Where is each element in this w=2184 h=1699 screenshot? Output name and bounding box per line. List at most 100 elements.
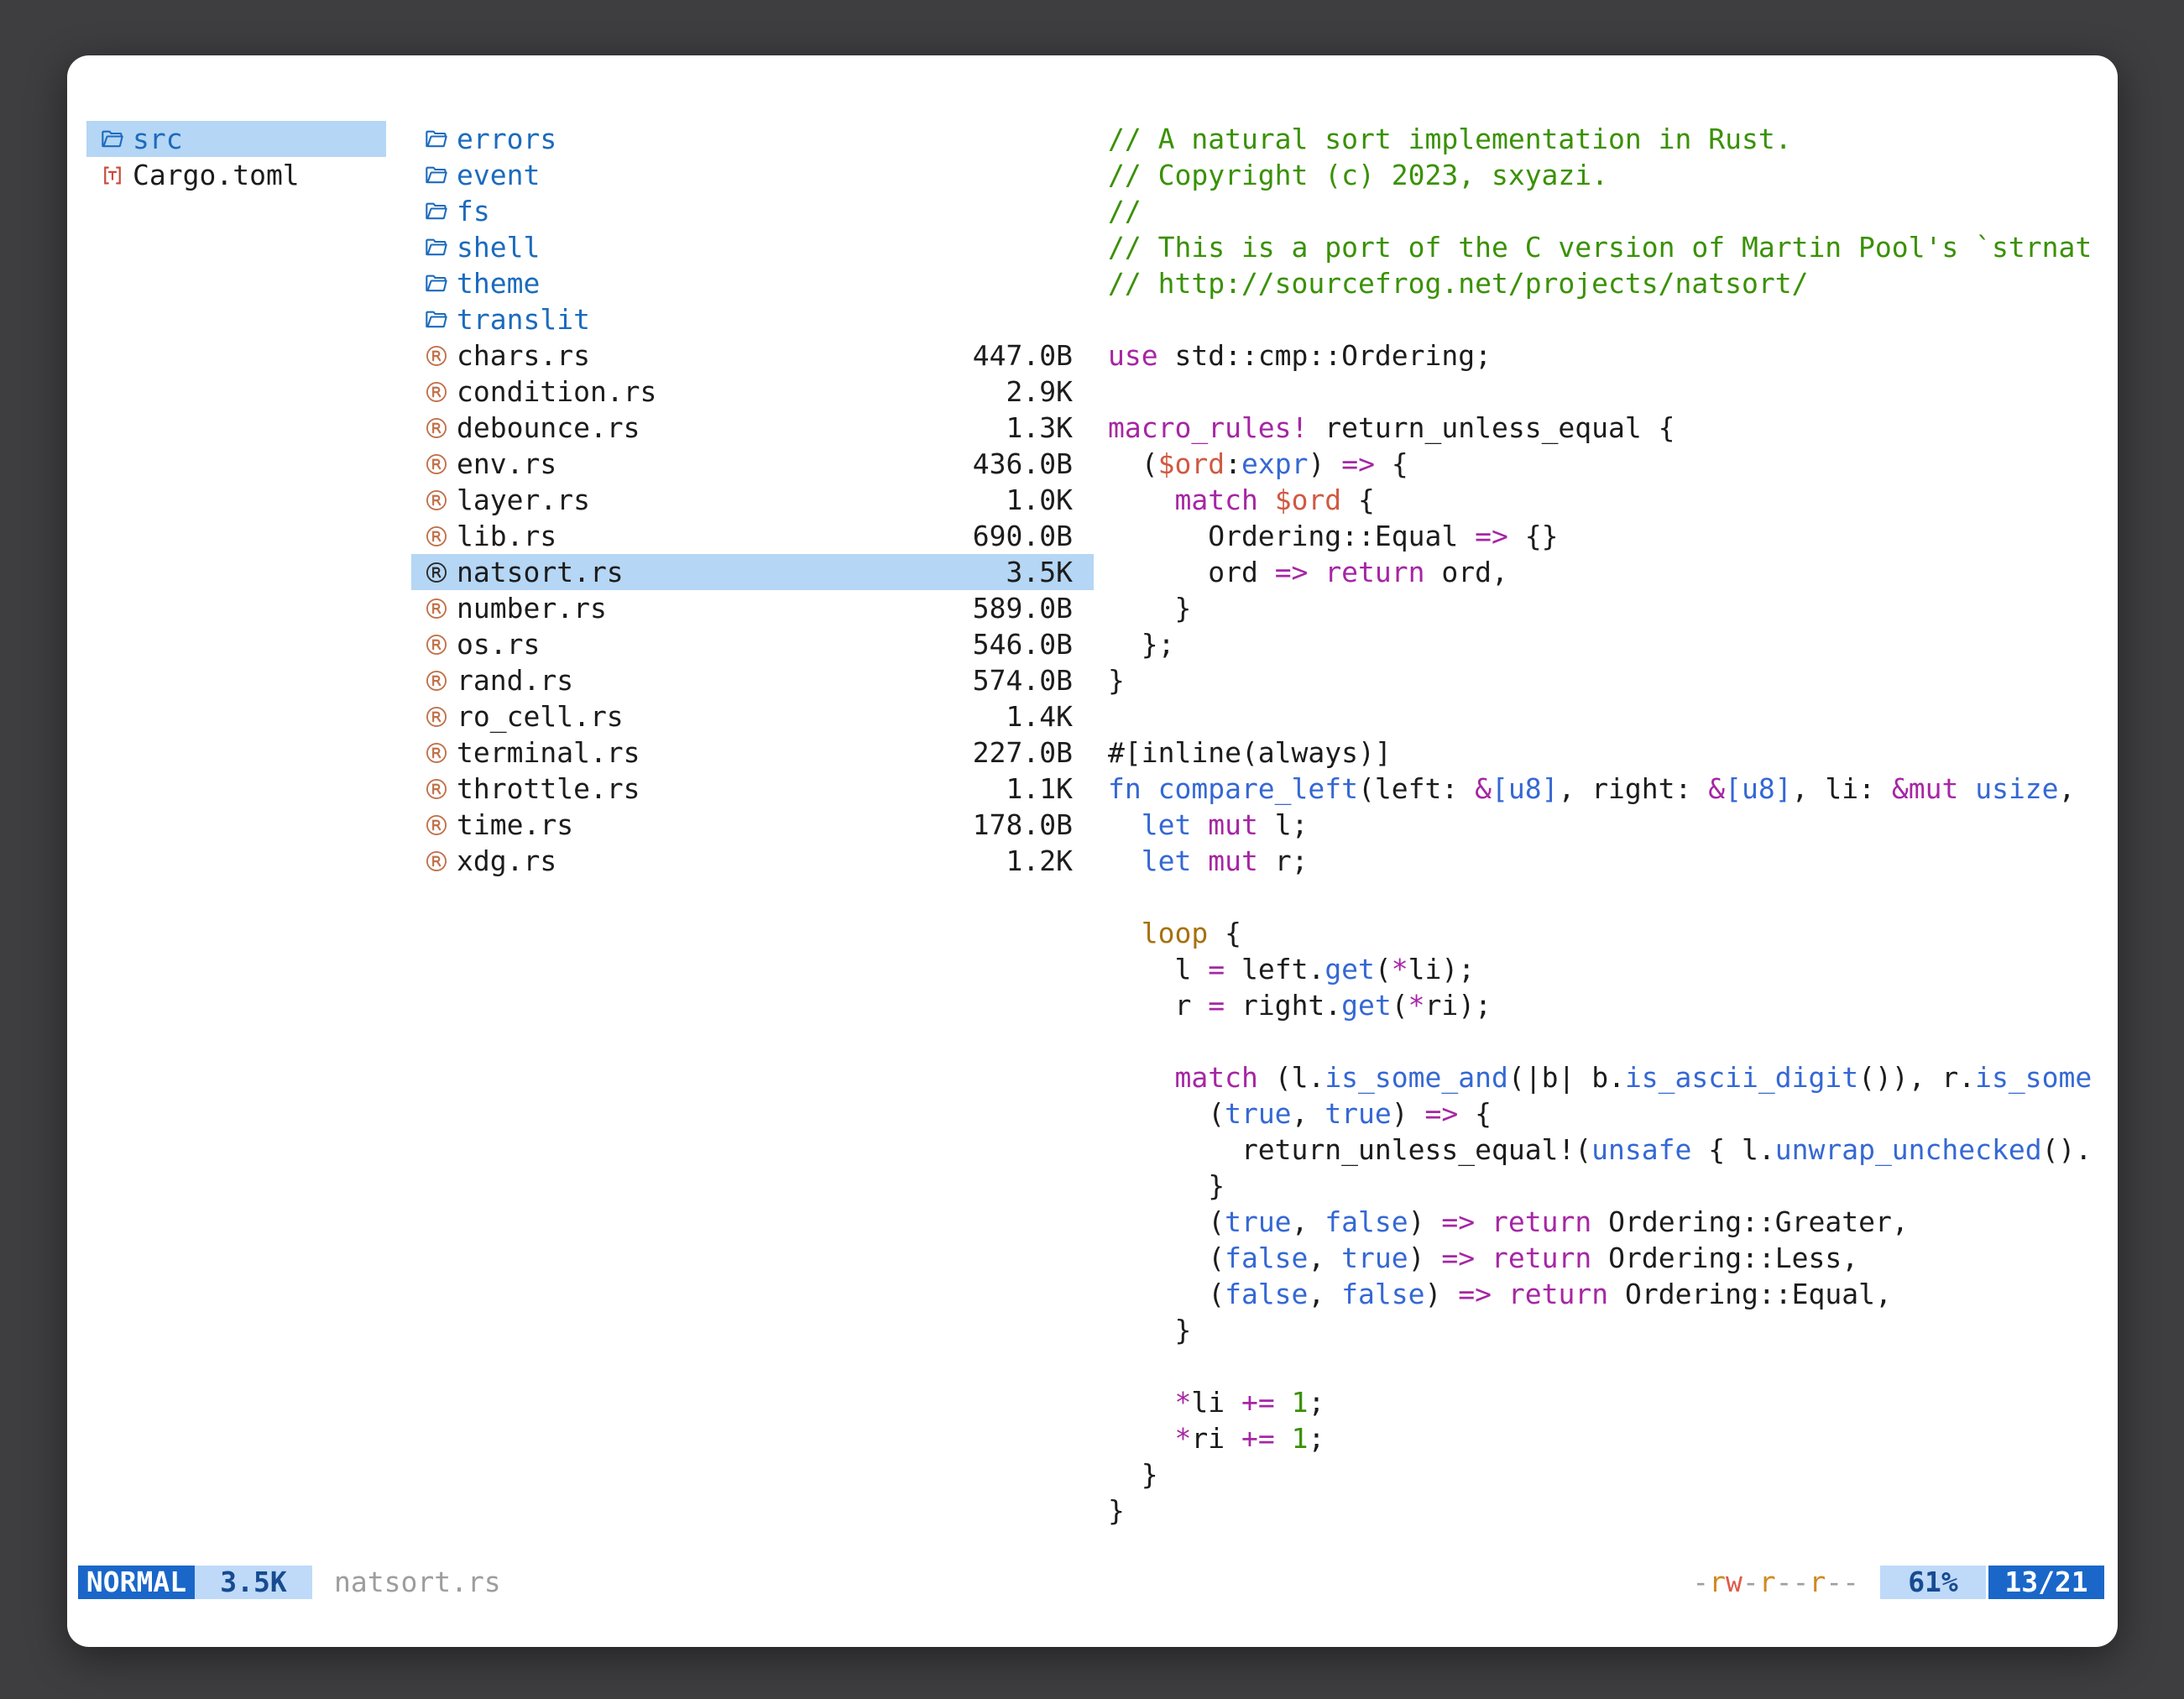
rust-file-icon: [425, 813, 448, 837]
code-line: return_unless_equal!(unsafe { l.unwrap_u…: [1108, 1132, 2115, 1168]
rust-file-icon: [425, 525, 448, 548]
file-name: ro_cell.rs: [457, 698, 624, 734]
file-row[interactable]: errors: [411, 121, 1094, 157]
file-row[interactable]: chars.rs 447.0B: [411, 337, 1094, 374]
file-row[interactable]: debounce.rs1.3K: [411, 410, 1094, 446]
file-size: 3.5K: [1006, 554, 1073, 590]
file-row[interactable]: natsort.rs 3.5K: [411, 554, 1094, 590]
file-name: xdg.rs: [457, 843, 556, 879]
file-row[interactable]: fs: [411, 193, 1094, 229]
current-pane: errorseventfsshellthemetranslitchars.rs 4…: [411, 121, 1094, 879]
code-line: (true, false) => return Ordering::Greate…: [1108, 1204, 2115, 1240]
yazi-window: srcCargo.toml errorseventfsshellthemetra…: [67, 55, 2118, 1647]
code-line: // Copyright (c) 2023, sxyazi.: [1108, 157, 2115, 193]
code-line: #[inline(always)]: [1108, 734, 2115, 771]
file-row[interactable]: event: [411, 157, 1094, 193]
file-name: debounce.rs: [457, 410, 640, 446]
code-line: let mut r;: [1108, 843, 2115, 879]
code-line: fn compare_left(left: &[u8], right: &[u8…: [1108, 771, 2115, 807]
file-name: rand.rs: [457, 662, 573, 698]
code-line: ord => return ord,: [1108, 554, 2115, 590]
code-line: *li += 1;: [1108, 1384, 2115, 1420]
code-line: let mut l;: [1108, 807, 2115, 843]
file-size: 436.0B: [973, 446, 1073, 482]
code-line: }: [1108, 662, 2115, 698]
folder-icon: [425, 200, 448, 223]
file-row[interactable]: number.rs 589.0B: [411, 590, 1094, 626]
file-size: 589.0B: [973, 590, 1073, 626]
file-row[interactable]: condition.rs2.9K: [411, 374, 1094, 410]
file-row[interactable]: rand.rs 574.0B: [411, 662, 1094, 698]
folder-icon: [425, 164, 448, 187]
file-name: number.rs: [457, 590, 607, 626]
preview-pane: // A natural sort implementation in Rust…: [1108, 121, 2115, 1540]
cursor-position-badge: 13/21: [1988, 1566, 2104, 1599]
rust-file-icon: [425, 452, 448, 476]
file-name: fs: [457, 193, 490, 229]
code-line: macro_rules! return_unless_equal {: [1108, 410, 2115, 446]
rust-file-icon: [425, 561, 448, 584]
rust-file-icon: [425, 777, 448, 801]
file-size: 690.0B: [973, 518, 1073, 554]
permissions-text: -rw-r--r--: [1692, 1566, 1859, 1599]
code-line: [1108, 698, 2115, 734]
file-name: os.rs: [457, 626, 540, 662]
mode-badge: NORMAL: [78, 1566, 195, 1599]
file-row[interactable]: shell: [411, 229, 1094, 265]
file-row[interactable]: theme: [411, 265, 1094, 301]
file-name: natsort.rs: [457, 554, 624, 590]
file-row[interactable]: os.rs 546.0B: [411, 626, 1094, 662]
file-name: layer.rs: [457, 482, 590, 518]
code-line: match (l.is_some_and(|b| b.is_ascii_digi…: [1108, 1059, 2115, 1095]
file-row[interactable]: throttle.rs1.1K: [411, 771, 1094, 807]
code-line: Ordering::Equal => {}: [1108, 518, 2115, 554]
file-row[interactable]: lib.rs 690.0B: [411, 518, 1094, 554]
toml-file-icon: [101, 164, 124, 187]
file-size: 1.4K: [1006, 698, 1073, 734]
parent-item-row[interactable]: src: [86, 121, 386, 157]
code-line: match $ord {: [1108, 482, 2115, 518]
file-row[interactable]: translit: [411, 301, 1094, 337]
code-line: r = right.get(*ri);: [1108, 987, 2115, 1023]
file-name: env.rs: [457, 446, 556, 482]
file-row[interactable]: time.rs 178.0B: [411, 807, 1094, 843]
file-row[interactable]: env.rs 436.0B: [411, 446, 1094, 482]
file-row[interactable]: terminal.rs227.0B: [411, 734, 1094, 771]
file-name: event: [457, 157, 540, 193]
code-line: loop {: [1108, 915, 2115, 951]
file-size: 574.0B: [973, 662, 1073, 698]
rust-file-icon: [425, 705, 448, 729]
file-size: 447.0B: [973, 337, 1073, 374]
file-size: 546.0B: [973, 626, 1073, 662]
code-line: }: [1108, 1168, 2115, 1204]
rust-file-icon: [425, 416, 448, 440]
rust-file-icon: [425, 597, 448, 620]
file-row[interactable]: ro_cell.rs 1.4K: [411, 698, 1094, 734]
file-name: terminal.rs: [457, 734, 640, 771]
code-line: }: [1108, 1493, 2115, 1529]
file-size: 178.0B: [973, 807, 1073, 843]
parent-item-row[interactable]: Cargo.toml: [86, 157, 386, 193]
file-size-badge: 3.5K: [195, 1566, 312, 1599]
file-size: 1.1K: [1006, 771, 1073, 807]
file-row[interactable]: layer.rs1.0K: [411, 482, 1094, 518]
code-line: (false, true) => return Ordering::Less,: [1108, 1240, 2115, 1276]
file-row[interactable]: xdg.rs 1.2K: [411, 843, 1094, 879]
file-name: lib.rs: [457, 518, 556, 554]
code-line: (false, false) => return Ordering::Equal…: [1108, 1276, 2115, 1312]
file-name: translit: [457, 301, 590, 337]
file-name: time.rs: [457, 807, 573, 843]
file-size: 1.2K: [1006, 843, 1073, 879]
file-name: errors: [457, 121, 556, 157]
folder-icon: [425, 128, 448, 151]
code-line: [1108, 1023, 2115, 1059]
file-name: src: [133, 121, 183, 157]
scroll-percent-badge: 61%: [1880, 1566, 1986, 1599]
code-line: }: [1108, 590, 2115, 626]
folder-icon: [101, 128, 124, 151]
folder-icon: [425, 272, 448, 295]
code-line: // This is a port of the C version of Ma…: [1108, 229, 2115, 265]
file-name: chars.rs: [457, 337, 590, 374]
code-line: ($ord:expr) => {: [1108, 446, 2115, 482]
code-line: use std::cmp::Ordering;: [1108, 337, 2115, 374]
